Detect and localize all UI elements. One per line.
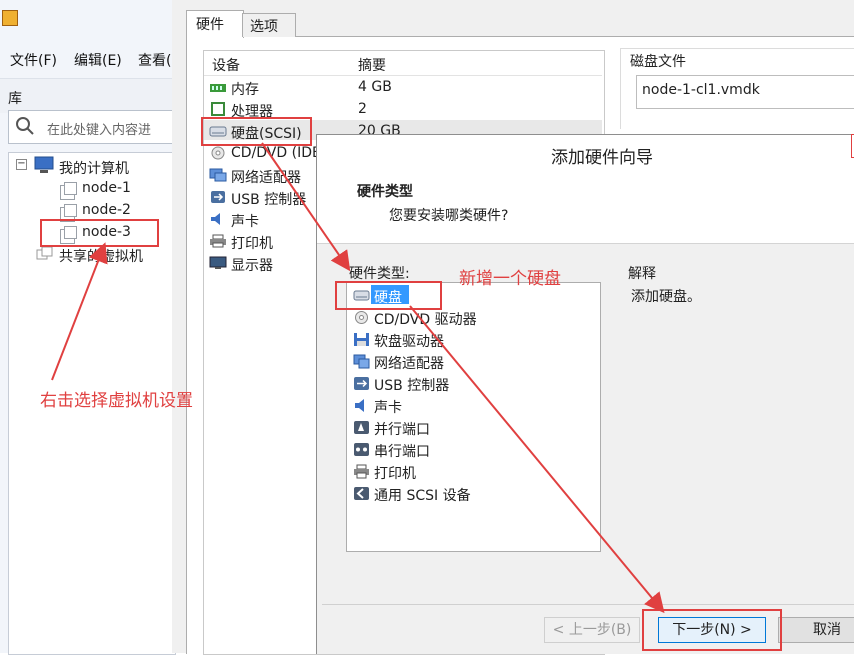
tab-hardware[interactable]: 硬件 xyxy=(186,10,244,38)
column-summary: 摘要 xyxy=(358,58,386,74)
menu-bar: 文件(F) 编辑(E) 查看( xyxy=(0,42,172,74)
computer-icon xyxy=(34,156,54,173)
wizard-item-printer[interactable]: 打印机 xyxy=(374,463,416,483)
printer-icon xyxy=(354,464,369,479)
tab-options-label: 选项 xyxy=(250,19,278,35)
usb-controller-icon xyxy=(354,377,369,390)
search-placeholder: 在此处键入内容进 xyxy=(47,123,152,138)
hardware-type-label: 硬件类型: xyxy=(349,266,410,282)
disk-file-label: 磁盘文件 xyxy=(630,54,686,70)
device-printer[interactable]: 打印机 xyxy=(231,233,273,253)
sound-card-icon xyxy=(211,213,220,225)
parallel-port-icon xyxy=(354,421,369,434)
wizard-subheading: 您要安装哪类硬件? xyxy=(389,208,509,224)
tree-collapse-icon[interactable]: − xyxy=(16,159,27,170)
device-memory[interactable]: 内存 xyxy=(231,79,259,99)
network-adapter-icon xyxy=(209,168,227,182)
annotation-box-node-3 xyxy=(40,219,159,247)
tree-vm-node-2[interactable]: node-2 xyxy=(82,202,131,218)
wizard-item-network[interactable]: 网络适配器 xyxy=(374,353,444,373)
back-button[interactable]: < 上一步(B) xyxy=(544,617,640,643)
disk-file-value: node-1-cl1.vmdk xyxy=(642,82,760,98)
library-header xyxy=(0,78,172,113)
library-label: 库 xyxy=(8,91,22,107)
device-network-adapter[interactable]: 网络适配器 xyxy=(231,167,301,187)
menu-view[interactable]: 查看( xyxy=(138,50,171,70)
explanation-text: 添加硬盘。 xyxy=(631,289,701,305)
cd-dvd-icon xyxy=(355,311,368,324)
device-display[interactable]: 显示器 xyxy=(231,255,273,275)
tree-my-computer[interactable]: 我的计算机 xyxy=(59,158,129,178)
wizard-item-scsi[interactable]: 通用 SCSI 设备 xyxy=(374,485,471,505)
device-cd-dvd[interactable]: CD/DVD (IDE xyxy=(231,145,321,161)
annotation-box-hard-disk xyxy=(201,117,312,146)
annotation-box-next-button xyxy=(642,609,782,651)
tree-vm-node-1[interactable]: node-1 xyxy=(82,180,131,196)
display-icon xyxy=(209,256,227,269)
annotation-right-click-note: 右击选择虚拟机设置 xyxy=(40,391,193,411)
shared-vms-icon xyxy=(36,246,53,260)
memory-icon xyxy=(210,84,226,92)
wizard-footer-divider xyxy=(322,604,854,605)
device-memory-summary: 4 GB xyxy=(358,79,392,95)
annotation-box-wizard-hard-disk xyxy=(335,281,442,310)
vm-icon xyxy=(60,182,77,200)
wizard-item-serial[interactable]: 串行端口 xyxy=(374,441,430,461)
device-sound-card[interactable]: 声卡 xyxy=(231,211,259,231)
menu-file[interactable]: 文件(F) xyxy=(10,50,57,70)
device-usb-controller[interactable]: USB 控制器 xyxy=(231,189,306,209)
wizard-item-parallel[interactable]: 并行端口 xyxy=(374,419,430,439)
wizard-item-floppy[interactable]: 软盘驱动器 xyxy=(374,331,444,351)
wizard-item-usb[interactable]: USB 控制器 xyxy=(374,375,449,395)
wizard-item-cd-dvd[interactable]: CD/DVD 驱动器 xyxy=(374,309,477,329)
menu-edit[interactable]: 编辑(E) xyxy=(74,50,122,70)
cancel-button[interactable]: 取消 xyxy=(778,617,854,643)
sound-card-icon xyxy=(355,399,364,412)
app-logo-icon xyxy=(2,10,18,26)
usb-controller-icon xyxy=(211,191,225,203)
annotation-add-disk-note: 新增一个硬盘 xyxy=(459,269,561,289)
cd-dvd-icon xyxy=(211,146,225,160)
hardware-list-header xyxy=(204,51,602,76)
search-icon xyxy=(16,117,34,135)
printer-icon xyxy=(210,234,226,248)
generic-scsi-icon xyxy=(354,487,369,500)
serial-port-icon xyxy=(354,443,369,456)
tab-options[interactable]: 选项 xyxy=(242,13,296,37)
explanation-box xyxy=(620,282,854,550)
explanation-label: 解释 xyxy=(628,266,656,282)
network-adapter-icon xyxy=(353,354,370,369)
device-processor-summary: 2 xyxy=(358,101,367,117)
wizard-heading: 硬件类型 xyxy=(357,184,413,200)
processor-icon xyxy=(211,102,225,116)
tab-hardware-label: 硬件 xyxy=(196,17,224,33)
floppy-drive-icon xyxy=(354,333,369,346)
column-device: 设备 xyxy=(212,58,240,74)
wizard-item-sound[interactable]: 声卡 xyxy=(374,397,402,417)
wizard-title: 添加硬件向导 xyxy=(551,148,653,168)
tree-shared-vms[interactable]: 共享的虚拟机 xyxy=(59,246,143,266)
